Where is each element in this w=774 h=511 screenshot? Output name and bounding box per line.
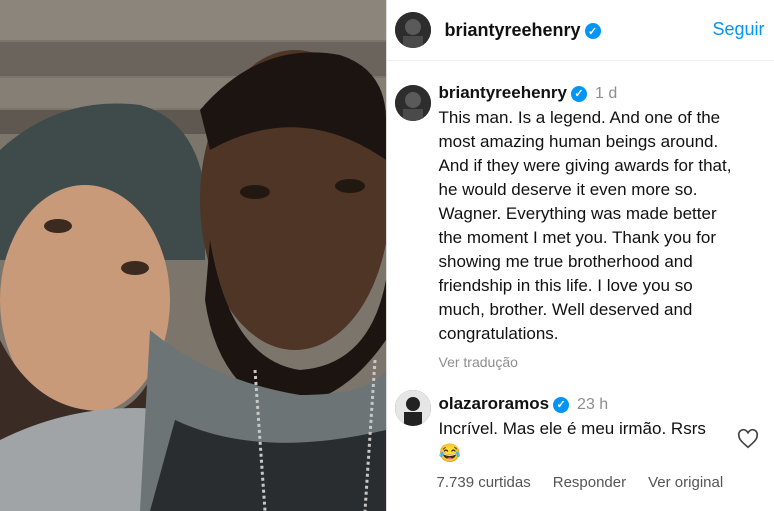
caption-line: showing me true brotherhood and	[438, 252, 693, 271]
caption-line: most amazing human beings around.	[438, 132, 719, 151]
post-caption: briantyreehenry ✓ 1 d This man. Is a legen…	[387, 83, 774, 374]
instagram-post-view: briantyreehenry ✓ Seguir briantyreehenry ✓…	[0, 0, 774, 511]
caption-author-avatar[interactable]	[394, 85, 431, 121]
comments-panel: briantyreehenry ✓ Seguir briantyreehenry ✓…	[385, 0, 774, 511]
caption-line: Wagner. Everything was made better	[438, 204, 717, 223]
caption-username[interactable]: briantyreehenry	[439, 83, 568, 102]
caption-line: friendship in this life. I love you so	[438, 276, 693, 295]
caption-text: This man. Is a legend. And one of the mo…	[439, 106, 774, 346]
caption-line: congratulations.	[438, 324, 559, 343]
comment-text: Incrível. Mas ele é meu irmão. Rsrs	[438, 419, 706, 438]
selfie-illustration	[0, 0, 386, 511]
verified-badge-icon: ✓	[584, 23, 601, 40]
caption-line: much, brother. Well deserved and	[438, 300, 693, 319]
post-photo[interactable]	[0, 0, 386, 511]
caption-time: 1 d	[595, 85, 618, 102]
caption-line: This man. Is a legend. And one of the	[438, 108, 721, 127]
commenter-username[interactable]: olazaroramos	[439, 394, 550, 413]
avatar-image	[394, 12, 431, 48]
reply-button[interactable]: Responder	[553, 474, 626, 491]
caption-line: And if they were giving awards for that,	[438, 156, 732, 175]
follow-button[interactable]: Seguir	[712, 19, 764, 40]
verified-badge-icon: ✓	[553, 396, 570, 413]
likes-count[interactable]: 7.739 curtidas	[437, 474, 531, 491]
author-avatar[interactable]	[394, 12, 431, 48]
header-username[interactable]: briantyreehenry	[445, 20, 581, 40]
verified-badge-icon: ✓	[571, 85, 587, 102]
comment-time: 23 h	[577, 396, 609, 413]
comment-actions: 7.739 curtidas Responder Ver original	[437, 474, 724, 491]
author-username[interactable]: briantyreehenry ✓	[445, 20, 601, 41]
avatar-image	[394, 85, 431, 121]
translate-link[interactable]: Ver tradução	[439, 350, 774, 374]
see-original-button[interactable]: Ver original	[648, 474, 723, 491]
heart-icon[interactable]	[737, 428, 759, 450]
comment-emoji: 😂	[438, 443, 461, 463]
commenter-avatar[interactable]	[394, 390, 431, 426]
post-header: briantyreehenry ✓ Seguir	[386, 0, 774, 61]
comment-item: olazaroramos ✓ 23 h Incrível. Mas ele é me…	[387, 390, 774, 465]
caption-line: he would deserve it even more so.	[438, 180, 698, 199]
avatar-image	[394, 390, 431, 426]
caption-line: the moment I met you. Thank you for	[438, 228, 717, 247]
